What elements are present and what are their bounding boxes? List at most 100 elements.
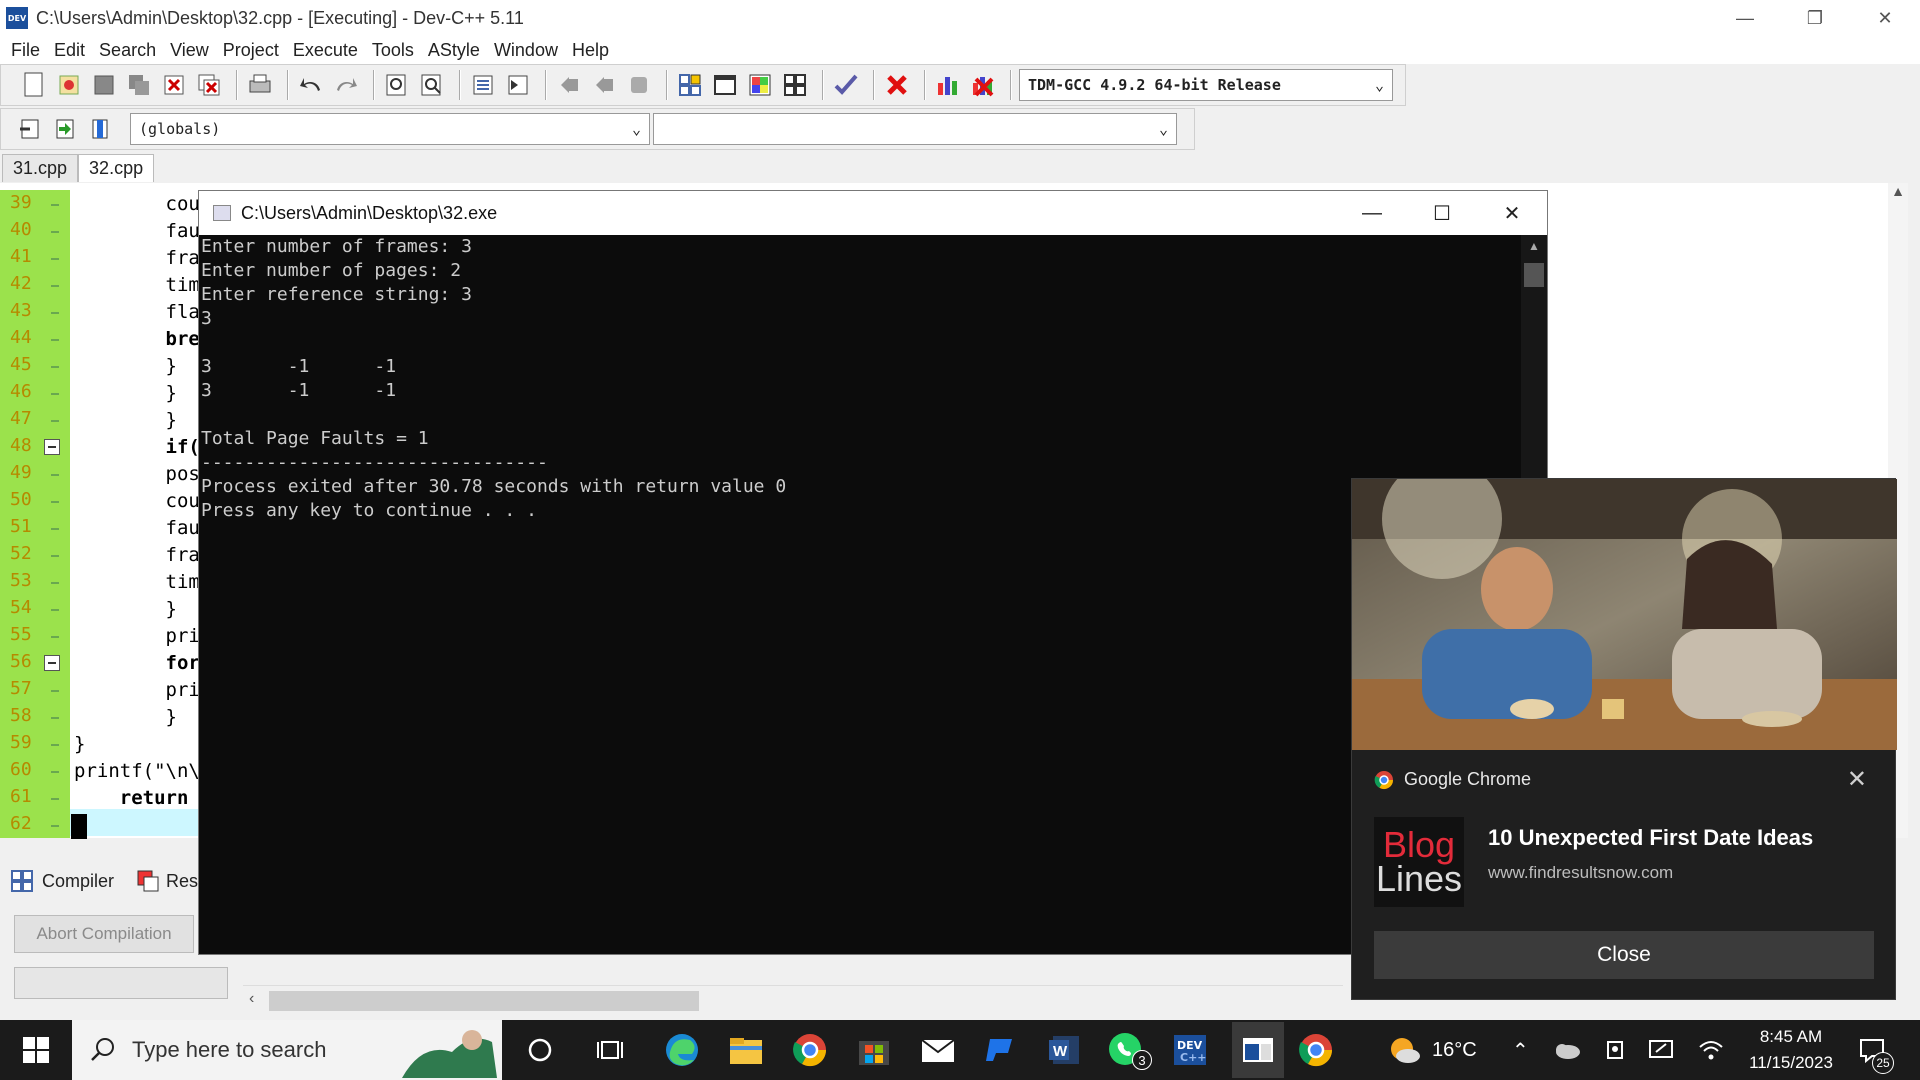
menu-edit[interactable]: Edit — [54, 40, 85, 61]
unindent-icon[interactable] — [503, 70, 533, 100]
save-icon[interactable] — [89, 70, 119, 100]
menu-project[interactable]: Project — [223, 40, 279, 61]
undo-icon[interactable] — [296, 70, 326, 100]
minimize-icon[interactable]: — — [1710, 0, 1780, 36]
word-icon[interactable]: W — [1044, 1030, 1084, 1070]
console-close-icon[interactable]: ✕ — [1477, 191, 1547, 235]
menu-tools[interactable]: Tools — [372, 40, 414, 61]
code-line[interactable]: } — [74, 409, 177, 431]
cortana-icon[interactable] — [520, 1030, 560, 1070]
meet-now-icon[interactable] — [1604, 1020, 1628, 1080]
menu-window[interactable]: Window — [494, 40, 558, 61]
scroll-up-icon[interactable]: ▲ — [1888, 183, 1908, 199]
menu-file[interactable]: File — [11, 40, 40, 61]
devcpp-app-icon[interactable]: DEV — [6, 7, 28, 29]
stop-execution-icon[interactable] — [882, 70, 912, 100]
mail-icon[interactable] — [918, 1030, 958, 1070]
notification-close-button[interactable]: Close — [1374, 931, 1874, 979]
compiler-select[interactable]: TDM-GCC 4.9.2 64-bit Release ⌄ — [1019, 69, 1393, 101]
console-window[interactable]: C:\Users\Admin\Desktop\32.exe — ☐ ✕ Ente… — [198, 190, 1548, 956]
chrome-taskbar-icon[interactable] — [790, 1030, 830, 1070]
code-line[interactable]: return — [74, 787, 189, 809]
notification-headline[interactable]: 10 Unexpected First Date Ideas — [1488, 825, 1813, 851]
bookmark-back-icon[interactable] — [554, 70, 584, 100]
file-explorer-icon[interactable] — [726, 1030, 766, 1070]
microsoft-store-icon[interactable] — [854, 1030, 894, 1070]
insert-code-icon[interactable] — [15, 114, 45, 144]
toggle-bookmark-icon[interactable] — [50, 114, 80, 144]
scroll-up-icon[interactable]: ▲ — [1521, 239, 1547, 253]
code-line[interactable]: } — [74, 355, 177, 377]
code-line[interactable]: printf("\n\ — [74, 760, 200, 782]
app-p-icon[interactable] — [980, 1030, 1020, 1070]
save-all-icon[interactable] — [124, 70, 154, 100]
weather-widget[interactable]: 16°C — [1388, 1020, 1477, 1080]
chrome-notification[interactable]: Google Chrome ✕ Blog Lines 10 Unexpected… — [1351, 478, 1897, 1000]
redo-icon[interactable] — [331, 70, 361, 100]
console-maximize-icon[interactable]: ☐ — [1407, 191, 1477, 235]
find-icon[interactable] — [382, 70, 412, 100]
close-icon[interactable]: ✕ — [1850, 0, 1920, 36]
notification-source-label: Google Chrome — [1404, 769, 1532, 789]
bookmark-forward-icon[interactable] — [589, 70, 619, 100]
whatsapp-icon[interactable]: 3 — [1106, 1030, 1152, 1070]
menu-astyle[interactable]: AStyle — [428, 40, 480, 61]
new-file-icon[interactable] — [19, 70, 49, 100]
taskbar-search-box[interactable]: Type here to search — [72, 1020, 502, 1080]
compile-check-icon[interactable] — [831, 70, 861, 100]
fold-toggle-icon[interactable] — [44, 655, 60, 671]
abort-compilation-button[interactable]: Abort Compilation — [14, 915, 194, 953]
open-file-icon[interactable] — [54, 70, 84, 100]
print-icon[interactable] — [245, 70, 275, 100]
compiler-horizontal-scrollbar[interactable]: ‹ — [243, 985, 1343, 1015]
goto-line-icon[interactable] — [624, 70, 654, 100]
display-icon[interactable] — [1648, 1020, 1674, 1080]
start-button[interactable] — [0, 1020, 72, 1080]
windows-icon[interactable] — [745, 70, 775, 100]
tab-31-cpp[interactable]: 31.cpp — [2, 154, 79, 182]
tile-icon[interactable] — [780, 70, 810, 100]
edge-icon[interactable] — [662, 1030, 702, 1070]
scope-select[interactable]: (globals) ⌄ — [130, 113, 650, 145]
scrollbar-thumb[interactable] — [269, 991, 699, 1011]
console-line: Enter number of frames: 3 — [201, 236, 472, 257]
onedrive-icon[interactable] — [1552, 1020, 1582, 1080]
close-file-icon[interactable] — [159, 70, 189, 100]
tab-32-cpp[interactable]: 32.cpp — [78, 154, 155, 182]
chrome-taskbar-icon-2[interactable] — [1296, 1030, 1336, 1070]
console-line: 3 — [201, 308, 212, 329]
console-taskbar-icon[interactable] — [1232, 1022, 1284, 1078]
tab-compiler[interactable]: Compiler — [10, 866, 114, 896]
fullscreen-icon[interactable] — [710, 70, 740, 100]
replace-icon[interactable] — [417, 70, 447, 100]
scroll-left-icon[interactable]: ‹ — [249, 990, 254, 1008]
tray-chevron-up-icon[interactable]: ⌃ — [1512, 1020, 1529, 1080]
restore-icon[interactable]: ❐ — [1780, 0, 1850, 36]
function-select[interactable]: ⌄ — [653, 113, 1177, 145]
task-view-icon[interactable] — [590, 1030, 630, 1070]
menu-search[interactable]: Search — [99, 40, 156, 61]
scrollbar-thumb[interactable] — [1524, 263, 1544, 287]
notification-close-icon[interactable]: ✕ — [1847, 765, 1867, 794]
code-line[interactable]: } — [74, 598, 177, 620]
fold-toggle-icon[interactable] — [44, 439, 60, 455]
action-center-icon[interactable]: 25 — [1858, 1020, 1894, 1080]
code-line[interactable]: } — [74, 706, 177, 728]
profile-chart-icon[interactable] — [933, 70, 963, 100]
devcpp-taskbar-icon[interactable]: DEV C++ — [1170, 1030, 1210, 1070]
indent-icon[interactable] — [468, 70, 498, 100]
wifi-icon[interactable] — [1698, 1020, 1724, 1080]
menu-view[interactable]: View — [170, 40, 209, 61]
code-line[interactable]: } — [74, 382, 177, 404]
delete-profile-icon[interactable] — [968, 70, 998, 100]
taskbar-clock[interactable]: 8:45 AM 11/15/2023 — [1736, 1024, 1846, 1076]
menu-help[interactable]: Help — [572, 40, 609, 61]
new-project-icon[interactable] — [675, 70, 705, 100]
console-minimize-icon[interactable]: — — [1337, 191, 1407, 235]
code-line[interactable]: } — [74, 733, 85, 755]
close-all-icon[interactable] — [194, 70, 224, 100]
goto-bookmark-icon[interactable] — [85, 114, 115, 144]
menu-execute[interactable]: Execute — [293, 40, 358, 61]
fold-marker — [51, 231, 59, 233]
